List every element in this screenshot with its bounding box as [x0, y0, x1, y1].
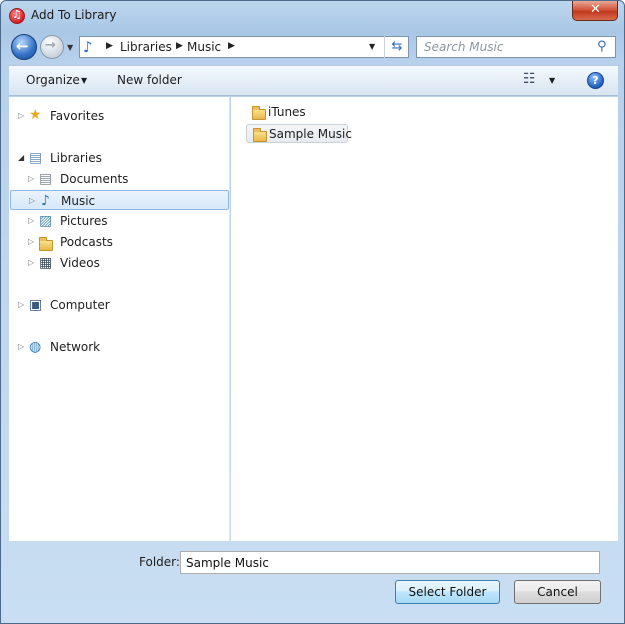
tree-item-podcasts[interactable]: ▷ Podcasts: [25, 232, 215, 252]
music-note-icon: ♪: [41, 193, 50, 209]
address-bar[interactable]: ♪ ▶ Libraries ▶ Music ▶ ▼ ⇆: [79, 36, 409, 58]
expand-arrow-icon[interactable]: ▷: [18, 337, 24, 357]
tree-item-videos[interactable]: ▷ ▦ Videos: [25, 253, 215, 273]
network-globe-icon: ◍: [29, 339, 42, 355]
list-item-sample-music[interactable]: Sample Music: [246, 124, 352, 143]
breadcrumb-separator-icon[interactable]: ▶: [228, 41, 235, 51]
collapse-arrow-icon[interactable]: ◢: [18, 148, 24, 168]
tree-item-label: Videos: [60, 256, 100, 270]
tree-item-libraries[interactable]: ◢ ▤ Libraries: [15, 148, 215, 168]
expand-arrow-icon[interactable]: ▷: [18, 295, 24, 315]
tree-item-label: Network: [50, 340, 101, 354]
expand-arrow-icon[interactable]: ▷: [28, 232, 34, 252]
folder-contents-pane[interactable]: iTunes Sample Music: [231, 97, 618, 541]
expand-arrow-icon[interactable]: ▷: [28, 169, 34, 189]
breadcrumb-music[interactable]: Music: [187, 40, 221, 54]
close-button[interactable]: ✕: [572, 1, 618, 21]
pictures-icon: ▨: [39, 213, 53, 229]
cancel-button[interactable]: Cancel: [514, 580, 601, 604]
search-box[interactable]: ⚲: [416, 36, 616, 58]
back-button[interactable]: ←: [11, 34, 37, 60]
tree-item-music[interactable]: ▷ ♪ Music: [10, 190, 229, 210]
list-item-itunes[interactable]: iTunes: [246, 103, 336, 122]
file-name: iTunes: [268, 105, 306, 119]
breadcrumb-separator-icon[interactable]: ▶: [106, 41, 113, 51]
help-icon[interactable]: ?: [587, 72, 604, 89]
tree-item-computer[interactable]: ▷ ▣ Computer: [15, 295, 215, 315]
libraries-icon: ▤: [29, 150, 43, 166]
tree-item-documents[interactable]: ▷ ▤ Documents: [25, 169, 215, 189]
file-name: Sample Music: [269, 127, 352, 141]
search-input[interactable]: [417, 37, 595, 57]
recent-pages-dropdown-icon[interactable]: ▼: [67, 43, 73, 52]
tree-item-label: Podcasts: [60, 235, 113, 249]
arrow-right-icon: →: [45, 38, 56, 53]
tree-item-label: Computer: [50, 298, 110, 312]
tree-item-label: Music: [61, 194, 96, 208]
add-to-library-dialog: Add To Library ✕ ← → ▼ ♪ ▶ Libraries ▶ M…: [0, 0, 625, 624]
expand-arrow-icon[interactable]: ▷: [28, 211, 34, 231]
folder-name-input[interactable]: [180, 551, 600, 574]
title-bar[interactable]: Add To Library ✕: [1, 1, 624, 31]
expand-arrow-icon[interactable]: ▷: [18, 106, 24, 126]
search-icon[interactable]: ⚲: [597, 39, 607, 54]
breadcrumb-separator-icon[interactable]: ▶: [176, 41, 183, 51]
itunes-app-icon: [9, 8, 25, 24]
music-note-icon: ♪: [83, 38, 93, 56]
change-view-icon[interactable]: ☷: [523, 71, 536, 87]
star-icon: ★: [29, 107, 42, 123]
navigation-pane[interactable]: ▷ ★ Favorites ◢ ▤ Libraries ▷ ▤ Document…: [9, 97, 230, 541]
computer-icon: ▣: [29, 297, 43, 313]
tree-item-label: Favorites: [50, 109, 105, 123]
tree-item-favorites[interactable]: ▷ ★ Favorites: [15, 106, 215, 126]
chevron-down-icon[interactable]: ▼: [549, 76, 555, 85]
folder-label: Folder:: [139, 555, 180, 569]
documents-icon: ▤: [39, 171, 53, 187]
close-icon: ✕: [590, 2, 601, 17]
organize-button[interactable]: Organize: [26, 73, 80, 87]
select-folder-button[interactable]: Select Folder: [395, 580, 500, 604]
address-history-dropdown-icon[interactable]: ▼: [369, 42, 375, 51]
breadcrumb-libraries[interactable]: Libraries: [120, 40, 172, 54]
refresh-icon[interactable]: ⇆: [384, 36, 409, 58]
folder-icon: [253, 128, 267, 148]
new-folder-button[interactable]: New folder: [117, 73, 182, 87]
tree-item-label: Documents: [60, 172, 129, 186]
tree-item-network[interactable]: ▷ ◍ Network: [15, 337, 215, 357]
tree-item-label: Libraries: [50, 151, 102, 165]
tree-item-label: Pictures: [60, 214, 108, 228]
window-title: Add To Library: [31, 8, 117, 22]
expand-arrow-icon[interactable]: ▷: [28, 253, 34, 273]
chevron-down-icon[interactable]: ▼: [81, 76, 87, 85]
expand-arrow-icon[interactable]: ▷: [29, 191, 35, 211]
arrow-left-icon: ←: [16, 37, 29, 55]
forward-button[interactable]: →: [40, 35, 64, 59]
command-toolbar: Organize ▼ New folder ☷ ▼ ?: [9, 65, 618, 96]
tree-item-pictures[interactable]: ▷ ▨ Pictures: [25, 211, 215, 231]
film-strip-icon: ▦: [39, 255, 53, 271]
